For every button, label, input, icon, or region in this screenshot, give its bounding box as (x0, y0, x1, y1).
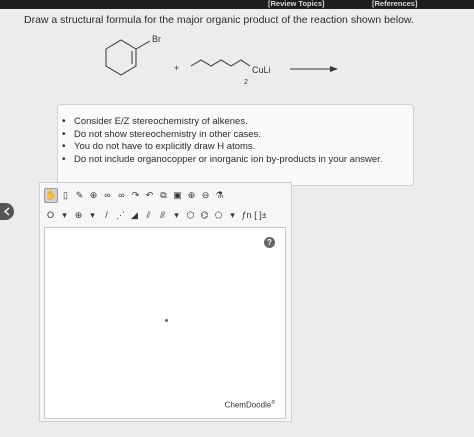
hexagon-icon[interactable]: ⬡ (184, 208, 197, 222)
chevron-down-icon[interactable]: ▾ (86, 208, 99, 222)
triple-bond-icon[interactable]: ⫻ (156, 208, 169, 222)
bromine-label: Br (152, 34, 161, 44)
wedge-bond-icon[interactable]: ◢ (128, 208, 141, 222)
chevron-down-icon[interactable]: ▾ (226, 208, 239, 222)
instruction-item: Consider E/Z stereochemistry of alkenes. (62, 116, 413, 129)
chevron-left-icon (3, 207, 10, 216)
cuprate-label: CuLi (252, 65, 271, 75)
instructions-panel: Consider E/Z stereochemistry of alkenes.… (57, 104, 414, 186)
cuprate-subscript: 2 (244, 79, 248, 86)
pentagon-icon[interactable]: ⬠ (212, 208, 225, 222)
reaction-scheme: Br + CuLi 2 (105, 34, 338, 86)
reaction-arrow-head (330, 66, 338, 72)
collapse-tab[interactable] (0, 203, 14, 220)
instruction-item: Do not show stereochemistry in other cas… (62, 129, 413, 142)
single-bond-icon[interactable]: / (100, 208, 113, 222)
copy-icon[interactable]: ⧉ (157, 188, 170, 202)
alkyl-chain (190, 59, 251, 67)
clean-icon[interactable]: ⚗ (213, 188, 226, 202)
c-br-bond (135, 40, 151, 50)
review-topics-link[interactable]: [Review Topics] (268, 0, 325, 8)
chemdoodle-logo: ChemDoodle® (225, 400, 275, 410)
function-icon[interactable]: ƒn (240, 208, 253, 222)
arrow-curve-alt-icon[interactable]: ↶ (143, 188, 156, 202)
instruction-item: Do not include organocopper or inorganic… (62, 154, 413, 167)
instruction-item: You do not have to explicitly draw H ato… (62, 141, 413, 154)
instructions-list: Consider E/Z stereochemistry of alkenes.… (58, 116, 413, 166)
references-link[interactable]: [References] (372, 0, 417, 8)
bracket-charge-icon[interactable]: [ ]± (254, 208, 267, 222)
erase-icon[interactable]: ▯ (59, 188, 72, 202)
toolbar-row-1: ✋ ▯ ✎ ⊕ ∞ ∞ ↷ ↶ ⧉ ▣ ⊕ ⊖ ⚗ (44, 185, 226, 205)
drawing-canvas[interactable]: ? ChemDoodle® (44, 227, 286, 419)
chemdoodle-editor: ✋ ▯ ✎ ⊕ ∞ ∞ ↷ ↶ ⧉ ▣ ⊕ ⊖ ⚗ O ▾ ⊕ ▾ / ⋰ ◢ … (39, 182, 292, 422)
question-text: Draw a structural formula for the major … (24, 14, 414, 26)
paste-icon[interactable]: ▣ (171, 188, 184, 202)
zoom-out-icon[interactable]: ⊖ (199, 188, 212, 202)
cyclohexene-ring (105, 39, 137, 76)
hand-tool-icon[interactable]: ✋ (44, 187, 58, 203)
top-bar: [Review Topics] [References] (0, 0, 474, 9)
atom-select[interactable]: O (44, 208, 57, 222)
bracket-icon[interactable]: ∞ (115, 188, 128, 202)
plus-sign: + (174, 63, 179, 73)
charge-select[interactable]: ⊕ (72, 208, 85, 222)
brand-mark: ® (271, 400, 275, 407)
arrow-curve-icon[interactable]: ↷ (129, 188, 142, 202)
chevron-down-icon[interactable]: ▾ (170, 208, 183, 222)
toolbar-row-2: O ▾ ⊕ ▾ / ⋰ ◢ ⫽ ⫻ ▾ ⬡ ⌬ ⬠ ▾ ƒn [ ]± (44, 205, 267, 225)
pencil-icon[interactable]: ✎ (73, 188, 86, 202)
double-bond-icon[interactable]: ⫽ (142, 208, 155, 222)
brand-text: ChemDoodle (224, 401, 272, 410)
stereo-hash-icon[interactable]: ⋰ (114, 208, 127, 222)
ring-template-icon[interactable]: ⊕ (87, 188, 100, 202)
chevron-down-icon[interactable]: ▾ (58, 208, 71, 222)
atom-map-icon[interactable]: ∞ (101, 188, 114, 202)
benzene-icon[interactable]: ⌬ (198, 208, 211, 222)
canvas-center-dot (165, 319, 168, 322)
help-icon[interactable]: ? (264, 237, 275, 248)
zoom-in-icon[interactable]: ⊕ (185, 188, 198, 202)
